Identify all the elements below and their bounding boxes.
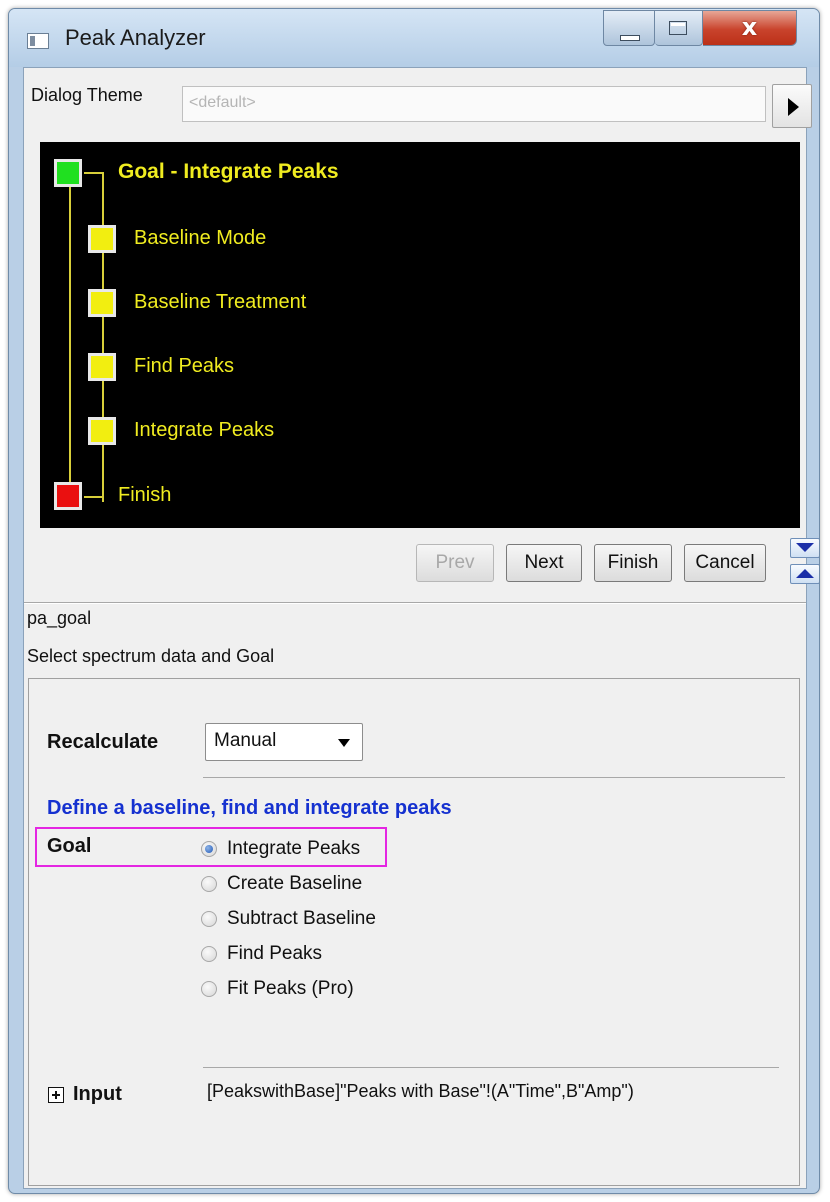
goal-option-fit-peaks[interactable]: Fit Peaks (Pro) (201, 978, 354, 1000)
goal-option-integrate-peaks[interactable]: Integrate Peaks (201, 838, 360, 860)
divider (203, 1067, 779, 1068)
tree-connector (102, 172, 104, 502)
baseline-mode-node-icon[interactable] (88, 225, 116, 253)
close-button[interactable]: x (703, 10, 797, 46)
dialog-theme-label: Dialog Theme (31, 85, 143, 105)
scroll-down-icon (796, 543, 814, 552)
find-peaks-node-icon[interactable] (88, 353, 116, 381)
prev-button[interactable]: Prev (416, 544, 494, 582)
maximize-button[interactable] (655, 10, 703, 46)
radio-label[interactable]: Fit Peaks (Pro) (227, 978, 354, 1000)
expand-plus-icon[interactable] (48, 1087, 64, 1103)
scroll-up-button[interactable] (790, 564, 819, 584)
theme-menu-button[interactable] (772, 84, 812, 128)
goal-option-create-baseline[interactable]: Create Baseline (201, 873, 362, 895)
scroll-up-icon (796, 569, 814, 578)
radio-label[interactable]: Integrate Peaks (227, 838, 360, 860)
radio-label[interactable]: Find Peaks (227, 943, 322, 965)
scroll-down-button[interactable] (790, 538, 819, 558)
input-label: Input (73, 1083, 122, 1105)
goal-node-icon[interactable] (54, 159, 82, 187)
radio-button[interactable] (201, 911, 217, 927)
finish-button[interactable]: Finish (594, 544, 672, 582)
next-button[interactable]: Next (506, 544, 582, 582)
radio-button[interactable] (201, 876, 217, 892)
tree-connector (84, 172, 102, 174)
page-description: Select spectrum data and Goal (27, 646, 275, 666)
radio-button[interactable] (201, 981, 217, 997)
maximize-icon (669, 21, 687, 35)
finish-node-icon[interactable] (54, 482, 82, 510)
tree-node-find-peaks[interactable]: Find Peaks (134, 355, 234, 378)
minimize-button[interactable] (603, 10, 655, 46)
radio-button[interactable] (201, 946, 217, 962)
dialog-client-area: Dialog Theme <default> Goal - Integrate … (23, 67, 819, 1189)
tree-connector (69, 172, 71, 502)
dialog-theme-field[interactable]: <default> (182, 86, 766, 122)
radio-label[interactable]: Subtract Baseline (227, 908, 376, 930)
close-icon: x (741, 13, 758, 41)
tree-node-baseline-mode[interactable]: Baseline Mode (134, 227, 266, 250)
app-icon[interactable] (27, 33, 49, 49)
settings-panel: Recalculate Manual Define a baseline, fi… (28, 678, 800, 1186)
splitter[interactable] (24, 602, 806, 604)
divider (203, 777, 785, 778)
radio-label[interactable]: Create Baseline (227, 873, 362, 895)
title-bar[interactable]: Peak Analyzer x (9, 9, 819, 67)
tree-node-finish[interactable]: Finish (118, 484, 171, 507)
minimize-icon (620, 35, 640, 41)
goal-tree-panel: Goal - Integrate Peaks Baseline Mode Bas… (40, 142, 800, 528)
tree-node-goal[interactable]: Goal - Integrate Peaks (118, 160, 339, 184)
input-field[interactable]: [PeakswithBase]"Peaks with Base"!(A"Time… (205, 1077, 775, 1111)
tree-node-integrate-peaks[interactable]: Integrate Peaks (134, 419, 274, 442)
baseline-treatment-node-icon[interactable] (88, 289, 116, 317)
goal-option-subtract-baseline[interactable]: Subtract Baseline (201, 908, 376, 930)
radio-button[interactable] (201, 841, 217, 857)
tree-node-baseline-treatment[interactable]: Baseline Treatment (134, 291, 306, 314)
goal-label: Goal (47, 835, 92, 857)
function-name: pa_goal (27, 608, 92, 628)
goal-option-find-peaks[interactable]: Find Peaks (201, 943, 322, 965)
tree-connector (84, 496, 102, 498)
recalculate-label: Recalculate (47, 731, 159, 753)
recalculate-select[interactable]: Manual (205, 723, 363, 761)
integrate-peaks-node-icon[interactable] (88, 417, 116, 445)
section-title: Define a baseline, find and integrate pe… (47, 797, 452, 819)
window-title: Peak Analyzer (65, 25, 206, 50)
peak-analyzer-window: Peak Analyzer x Dialog Theme <default> G… (8, 8, 820, 1194)
cancel-button[interactable]: Cancel (684, 544, 766, 582)
